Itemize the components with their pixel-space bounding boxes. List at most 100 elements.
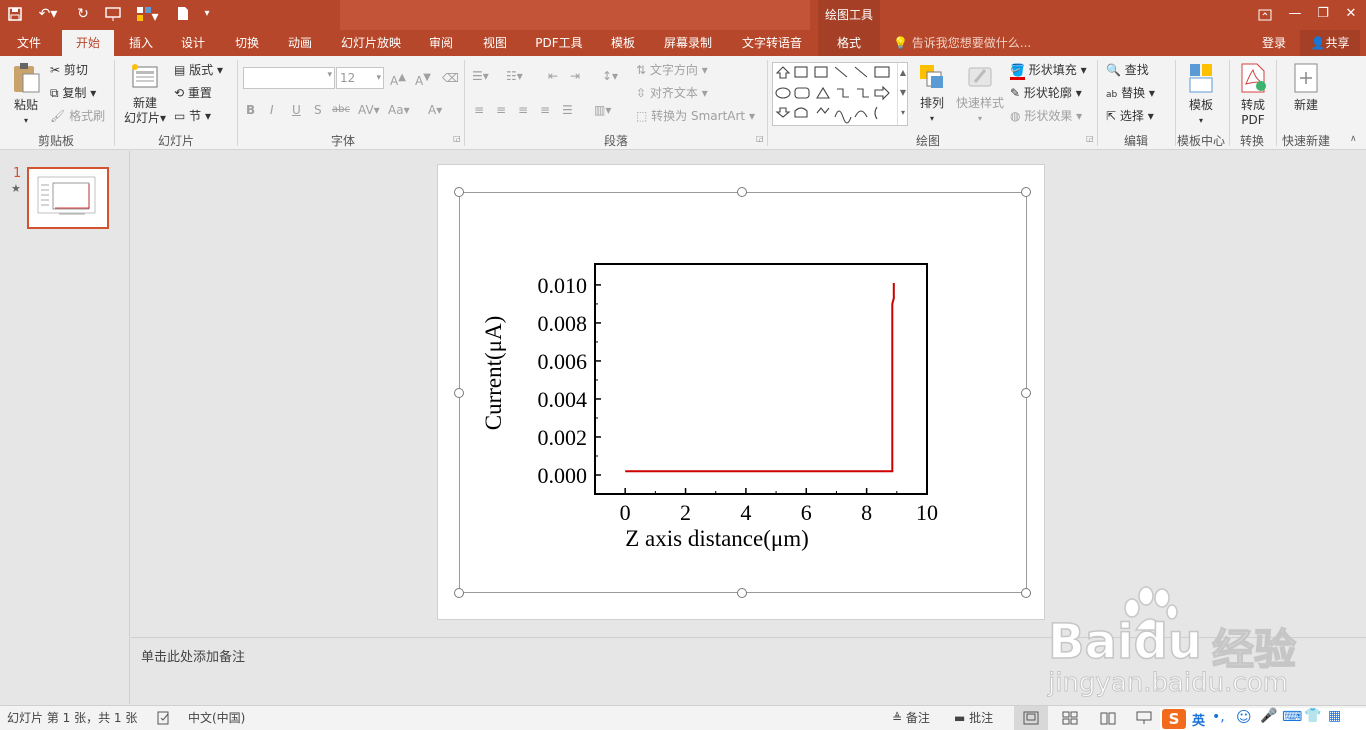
- layout-icon[interactable]: ▾: [134, 3, 162, 25]
- shape-fill-button[interactable]: 🪣 形状填充 ▾: [1010, 62, 1087, 80]
- slide-thumbnail-1[interactable]: [27, 167, 109, 229]
- numbering-button[interactable]: ☷▾: [506, 68, 523, 84]
- keyboard-icon[interactable]: ⌨: [1282, 709, 1302, 725]
- tab-file[interactable]: 文件: [6, 30, 52, 56]
- italic-button[interactable]: I: [270, 102, 274, 118]
- redo-icon[interactable]: ↻: [72, 3, 94, 25]
- language-status[interactable]: 中文(中国): [188, 706, 245, 730]
- gallery-scroll[interactable]: ▲ ▼ ▾: [897, 63, 908, 125]
- shadow-button[interactable]: S: [314, 102, 322, 118]
- section-button[interactable]: ▭ 节 ▾: [174, 108, 211, 124]
- font-color-button[interactable]: A▾: [428, 102, 442, 118]
- tab-slideshow[interactable]: 幻灯片放映: [330, 30, 412, 56]
- emoji-icon[interactable]: ☺: [1236, 708, 1252, 726]
- resize-handle-n[interactable]: [737, 187, 747, 197]
- tab-text-to-speech[interactable]: 文字转语音: [732, 30, 812, 56]
- shrink-font-button[interactable]: A▼: [415, 70, 431, 89]
- find-button[interactable]: 🔍 查找: [1106, 62, 1149, 78]
- toolbox-icon[interactable]: ▦: [1328, 708, 1341, 724]
- replace-button[interactable]: ab 替换 ▾: [1106, 85, 1155, 103]
- resize-handle-nw[interactable]: [454, 187, 464, 197]
- tab-animations[interactable]: 动画: [277, 30, 323, 56]
- justify-button[interactable]: ≡: [540, 102, 550, 118]
- bullets-button[interactable]: ☰▾: [472, 68, 489, 84]
- new-file-icon[interactable]: [172, 3, 194, 25]
- resize-handle-se[interactable]: [1021, 588, 1031, 598]
- tab-transitions[interactable]: 切换: [224, 30, 270, 56]
- new-slide-button[interactable]: 新建 幻灯片▾: [120, 62, 170, 126]
- tab-screen-record[interactable]: 屏幕录制: [652, 30, 724, 56]
- font-size-combobox[interactable]: 12 ▾: [336, 67, 384, 89]
- template-button[interactable]: 模板 ▾: [1180, 62, 1222, 128]
- restore-icon[interactable]: ❐: [1308, 0, 1338, 30]
- align-right-button[interactable]: ≡: [518, 102, 528, 118]
- tab-review[interactable]: 审阅: [418, 30, 464, 56]
- resize-handle-e[interactable]: [1021, 388, 1031, 398]
- reading-view-button[interactable]: [1100, 706, 1116, 730]
- arrange-button[interactable]: 排列 ▾: [914, 62, 950, 126]
- shape-outline-button[interactable]: ✎ 形状轮廓 ▾: [1010, 85, 1082, 101]
- distributed-button[interactable]: ☰: [562, 102, 573, 118]
- align-left-button[interactable]: ≡: [474, 102, 484, 118]
- cut-button[interactable]: ✂ 剪切: [50, 62, 88, 78]
- format-painter-button[interactable]: 🖌 格式刷: [50, 108, 105, 124]
- underline-button[interactable]: U: [292, 102, 301, 118]
- normal-view-button[interactable]: [1014, 706, 1048, 730]
- customize-toolbar-icon[interactable]: ▾: [196, 3, 218, 25]
- ribbon-display-options-icon[interactable]: [1250, 0, 1280, 30]
- spell-check-icon[interactable]: [157, 706, 171, 730]
- bold-button[interactable]: B: [246, 102, 255, 118]
- change-case-button[interactable]: Aa▾: [388, 102, 410, 118]
- align-text-button[interactable]: ⇳ 对齐文本 ▾: [636, 85, 708, 101]
- text-direction-button[interactable]: ⇅ 文字方向 ▾: [636, 62, 708, 78]
- ime-mode-toggle[interactable]: 英: [1192, 710, 1205, 729]
- resize-handle-ne[interactable]: [1021, 187, 1031, 197]
- columns-button[interactable]: ▥▾: [594, 102, 611, 118]
- close-icon[interactable]: ✕: [1336, 0, 1366, 30]
- dialog-launcher-icon[interactable]: ◲: [1086, 134, 1094, 143]
- resize-handle-s[interactable]: [737, 588, 747, 598]
- punctuation-icon[interactable]: •,: [1212, 709, 1225, 725]
- grow-font-button[interactable]: A▲: [390, 70, 406, 89]
- quick-styles-button[interactable]: 快速样式 ▾: [954, 62, 1006, 126]
- undo-icon[interactable]: ↶▾: [34, 3, 62, 25]
- login-link[interactable]: 登录: [1256, 30, 1292, 56]
- tab-template[interactable]: 模板: [600, 30, 646, 56]
- tell-me-box[interactable]: 💡 告诉我您想要做什么...: [893, 30, 1031, 56]
- char-spacing-button[interactable]: AV▾: [358, 102, 380, 118]
- align-center-button[interactable]: ≡: [496, 102, 506, 118]
- reset-button[interactable]: ⟲ 重置: [174, 85, 212, 101]
- microphone-icon[interactable]: 🎤: [1260, 708, 1277, 724]
- tab-pdf-tools[interactable]: PDF工具: [526, 30, 592, 56]
- tab-design[interactable]: 设计: [170, 30, 216, 56]
- start-slideshow-icon[interactable]: [102, 3, 124, 25]
- layout-button[interactable]: ▤ 版式 ▾: [174, 62, 223, 78]
- skin-icon[interactable]: 👕: [1304, 708, 1321, 724]
- tab-format[interactable]: 格式: [818, 30, 880, 56]
- tab-home[interactable]: 开始: [62, 30, 114, 56]
- decrease-indent-button[interactable]: ⇤: [548, 68, 558, 84]
- select-button[interactable]: ⇱ 选择 ▾: [1106, 108, 1154, 124]
- convert-pdf-button[interactable]: 转成 PDF: [1234, 62, 1272, 128]
- convert-smartart-button[interactable]: ⬚ 转换为 SmartArt ▾: [636, 108, 755, 124]
- resize-handle-w[interactable]: [454, 388, 464, 398]
- slideshow-view-button[interactable]: [1136, 706, 1152, 730]
- slide-canvas[interactable]: 0 2 4 6 8 10 0.000 0.002 0.004 0.006 0.008 0.010 Z a…: [437, 164, 1045, 620]
- dialog-launcher-icon[interactable]: ◲: [453, 134, 461, 143]
- copy-button[interactable]: ⧉ 复制 ▾: [50, 85, 96, 101]
- paste-button[interactable]: 粘贴 ▾: [8, 62, 44, 128]
- quick-new-button[interactable]: 新建: [1284, 62, 1328, 113]
- shape-effects-button[interactable]: ◍ 形状效果 ▾: [1010, 108, 1082, 124]
- minimize-icon[interactable]: —: [1280, 0, 1310, 30]
- slide-sorter-view-button[interactable]: [1062, 706, 1078, 730]
- clear-formatting-icon[interactable]: ⌫: [442, 70, 459, 86]
- dialog-launcher-icon[interactable]: ◲: [756, 134, 764, 143]
- strikethrough-button[interactable]: abc: [332, 102, 350, 118]
- notes-toggle[interactable]: ≜ 备注: [892, 706, 930, 730]
- save-icon[interactable]: [4, 3, 26, 25]
- comments-toggle[interactable]: ▬ 批注: [954, 706, 993, 730]
- collapse-ribbon-icon[interactable]: ∧: [1350, 134, 1357, 144]
- sogou-logo-icon[interactable]: S: [1162, 709, 1186, 729]
- increase-indent-button[interactable]: ⇥: [570, 68, 580, 84]
- tab-view[interactable]: 视图: [472, 30, 518, 56]
